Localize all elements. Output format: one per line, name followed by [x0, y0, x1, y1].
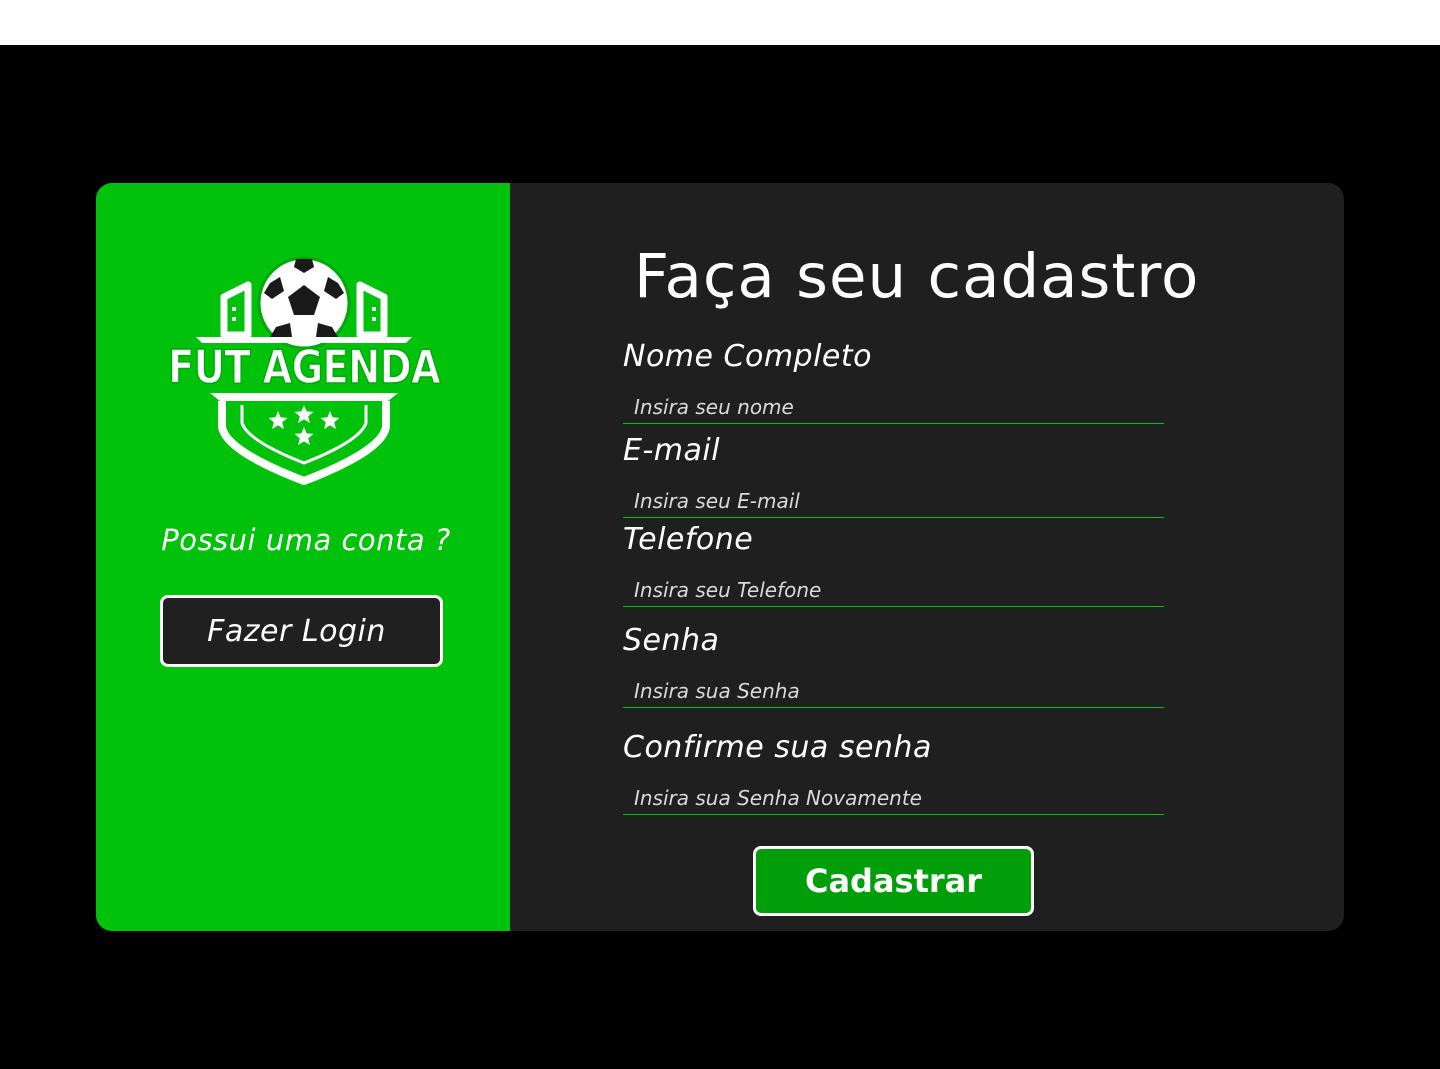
have-account-text: Possui uma conta ?	[161, 523, 451, 557]
register-button-label: Cadastrar	[804, 862, 983, 900]
confirm-password-input[interactable]	[623, 781, 1164, 815]
signup-card: FUT AGENDA Possui uma conta ? Fazer Logi…	[96, 183, 1344, 931]
top-bar	[0, 0, 1440, 45]
email-input[interactable]	[623, 484, 1164, 518]
fut-agenda-logo: FUT AGENDA	[167, 256, 442, 485]
svg-text:FUT AGENDA: FUT AGENDA	[168, 340, 441, 394]
login-button[interactable]: Fazer Login	[160, 595, 443, 667]
name-label: Nome Completo	[623, 339, 872, 374]
password-input[interactable]	[623, 674, 1164, 708]
left-panel: FUT AGENDA Possui uma conta ? Fazer Logi…	[96, 183, 510, 931]
register-button[interactable]: Cadastrar	[753, 846, 1034, 916]
confirm-password-label: Confirme sua senha	[623, 730, 932, 765]
phone-label: Telefone	[623, 522, 754, 557]
page-title: Faça seu cadastro	[634, 241, 1200, 312]
login-button-label: Fazer Login	[207, 613, 386, 649]
email-label: E-mail	[623, 433, 721, 468]
password-label: Senha	[623, 623, 720, 658]
name-input[interactable]	[623, 390, 1164, 424]
phone-input[interactable]	[623, 573, 1164, 607]
